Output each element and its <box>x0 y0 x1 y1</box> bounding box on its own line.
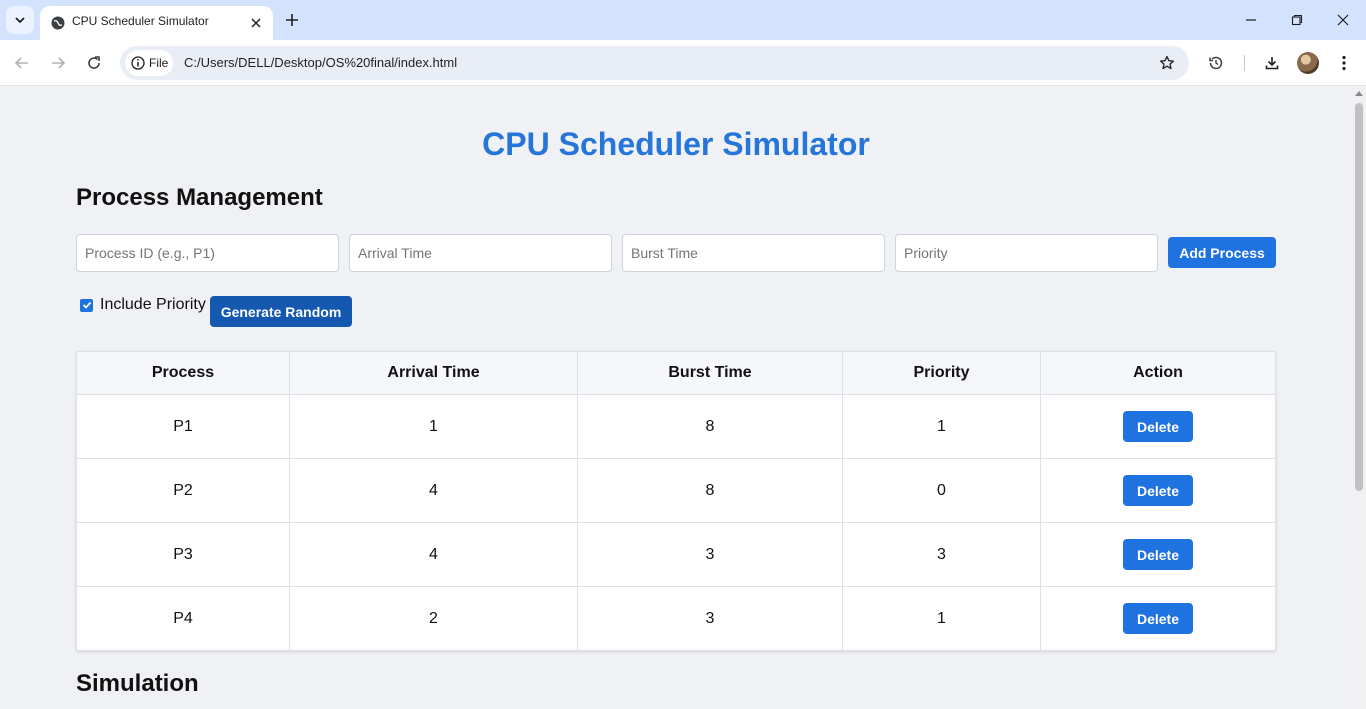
arrival-cell: 4 <box>289 458 578 523</box>
star-icon <box>1159 55 1175 70</box>
action-cell: Delete <box>1040 522 1276 587</box>
process-id-input[interactable] <box>76 234 339 272</box>
site-info-chip[interactable]: File <box>125 50 173 76</box>
burst-time-input[interactable] <box>622 234 885 272</box>
priority-cell: 0 <box>842 458 1041 523</box>
process-table: Process Arrival Time Burst Time Priority… <box>76 351 1276 651</box>
tab-search-button[interactable] <box>6 6 34 34</box>
browser-toolbar: File C:/Users/DELL/Desktop/OS%20final/in… <box>0 40 1366 86</box>
history-button[interactable] <box>1204 51 1228 75</box>
column-header-priority: Priority <box>842 351 1041 395</box>
download-icon <box>1265 57 1279 70</box>
downloads-button[interactable] <box>1260 51 1284 75</box>
simulation-heading: Simulation <box>76 670 199 697</box>
more-vertical-icon <box>1342 55 1346 71</box>
include-priority-label: Include Priority <box>100 296 206 313</box>
priority-cell: 3 <box>842 522 1041 587</box>
include-priority-checkbox[interactable] <box>80 298 93 312</box>
history-icon <box>1209 56 1223 70</box>
process-management-heading: Process Management <box>76 184 323 211</box>
delete-button[interactable]: Delete <box>1123 475 1193 506</box>
reload-icon <box>88 56 100 69</box>
arrival-time-input[interactable] <box>349 234 612 272</box>
forward-button[interactable] <box>44 49 72 77</box>
checkmark-icon <box>82 301 91 309</box>
minimize-button[interactable] <box>1228 0 1274 40</box>
scrollbar-thumb[interactable] <box>1355 103 1363 491</box>
table-row: P4 2 3 1 Delete <box>76 586 1276 651</box>
address-bar[interactable]: File C:/Users/DELL/Desktop/OS%20final/in… <box>120 46 1189 80</box>
browser-menu-button[interactable] <box>1332 51 1356 75</box>
active-tab[interactable]: CPU Scheduler Simulator <box>40 6 273 40</box>
plus-icon <box>286 14 298 26</box>
url-text[interactable]: C:/Users/DELL/Desktop/OS%20final/index.h… <box>184 55 457 70</box>
column-header-burst: Burst Time <box>577 351 843 395</box>
minimize-icon <box>1246 19 1256 21</box>
table-row: P1 1 8 1 Delete <box>76 394 1276 459</box>
profile-avatar[interactable] <box>1297 52 1319 74</box>
tab-close-button[interactable] <box>246 13 266 33</box>
action-cell: Delete <box>1040 458 1276 523</box>
add-process-button[interactable]: Add Process <box>1168 237 1276 268</box>
action-cell: Delete <box>1040 394 1276 459</box>
info-icon <box>131 56 145 70</box>
bookmark-button[interactable] <box>1157 53 1177 73</box>
arrow-left-icon <box>14 57 28 69</box>
chip-label: File <box>149 56 169 70</box>
process-cell: P3 <box>76 522 290 587</box>
generate-random-button[interactable]: Generate Random <box>210 296 352 327</box>
column-header-action: Action <box>1040 351 1276 395</box>
new-tab-button[interactable] <box>281 9 303 31</box>
close-icon <box>1337 14 1349 26</box>
burst-cell: 8 <box>577 458 843 523</box>
burst-cell: 3 <box>577 522 843 587</box>
arrow-right-icon <box>52 57 66 69</box>
arrival-cell: 4 <box>289 522 578 587</box>
chevron-down-icon <box>15 17 25 24</box>
column-header-process: Process <box>76 351 290 395</box>
close-window-button[interactable] <box>1320 0 1366 40</box>
priority-input[interactable] <box>895 234 1158 272</box>
page-content: CPU Scheduler Simulator Process Manageme… <box>0 87 1352 709</box>
delete-button[interactable]: Delete <box>1123 411 1193 442</box>
scroll-up-arrow[interactable] <box>1355 91 1363 96</box>
arrival-cell: 2 <box>289 586 578 651</box>
page-title: CPU Scheduler Simulator <box>482 126 870 162</box>
process-cell: P1 <box>76 394 290 459</box>
arrival-cell: 1 <box>289 394 578 459</box>
tab-title: CPU Scheduler Simulator <box>72 14 209 28</box>
burst-cell: 8 <box>577 394 843 459</box>
process-cell: P4 <box>76 586 290 651</box>
restore-icon <box>1291 14 1303 26</box>
priority-cell: 1 <box>842 394 1041 459</box>
delete-button[interactable]: Delete <box>1123 539 1193 570</box>
toolbar-divider <box>1244 55 1245 71</box>
burst-cell: 3 <box>577 586 843 651</box>
back-button[interactable] <box>8 49 36 77</box>
reload-button[interactable] <box>80 49 108 77</box>
page-scrollbar[interactable] <box>1352 87 1366 709</box>
process-cell: P2 <box>76 458 290 523</box>
column-header-arrival: Arrival Time <box>289 351 578 395</box>
table-row: P3 4 3 3 Delete <box>76 522 1276 587</box>
close-icon <box>251 18 261 28</box>
table-row: P2 4 8 0 Delete <box>76 458 1276 523</box>
priority-cell: 1 <box>842 586 1041 651</box>
restore-button[interactable] <box>1274 0 1320 40</box>
delete-button[interactable]: Delete <box>1123 603 1193 634</box>
globe-icon <box>51 16 65 30</box>
include-priority-row: Include Priority <box>80 296 206 314</box>
tab-strip: CPU Scheduler Simulator <box>0 0 1366 40</box>
action-cell: Delete <box>1040 586 1276 651</box>
table-header-row: Process Arrival Time Burst Time Priority… <box>76 351 1276 395</box>
